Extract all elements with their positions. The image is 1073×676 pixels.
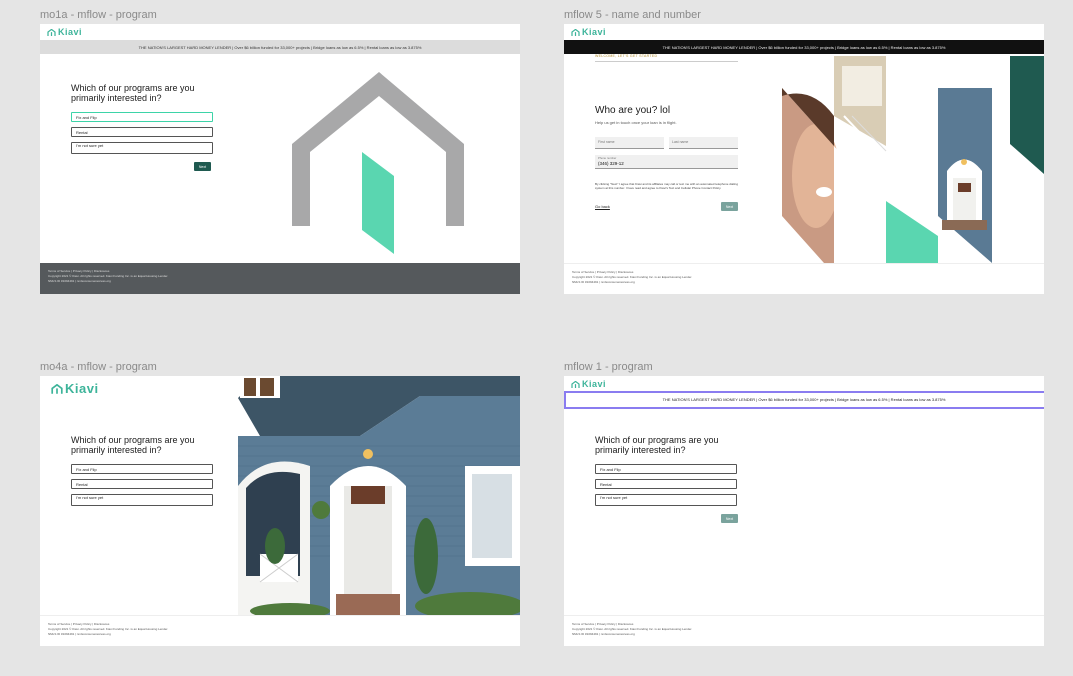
option-rental[interactable]: Rental <box>71 479 213 489</box>
promo-banner: THE NATION'S LARGEST HARD MONEY LENDER |… <box>40 40 520 54</box>
divider <box>595 61 738 62</box>
promo-banner: THE NATION'S LARGEST HARD MONEY LENDER |… <box>564 40 1044 54</box>
kiavi-house-logo-icon <box>51 383 63 394</box>
help-text: Help us get in touch once your loan is i… <box>595 120 677 125</box>
consent-text: By clicking "Next" I agree that Kiavi an… <box>595 182 738 190</box>
footer: Terms of Service | Privacy Policy | Disc… <box>564 615 1044 646</box>
frame-title-mflow1[interactable]: mflow 1 - program <box>564 361 653 373</box>
page-heading: Who are you? lol <box>595 105 671 116</box>
kiavi-house-logo-icon <box>571 28 580 36</box>
next-button[interactable]: Next <box>194 162 211 171</box>
logo-text: Kiavi <box>582 27 607 37</box>
frame-mflow5-name-number[interactable]: Kiavi THE NATION'S LARGEST HARD MONEY LE… <box>564 24 1044 294</box>
program-question: Which of our programs are you primarily … <box>71 435 195 455</box>
logo-text: Kiavi <box>58 27 83 37</box>
next-button[interactable]: Next <box>721 514 738 523</box>
phone-field[interactable]: Phone number (346) 329-12 <box>595 155 738 169</box>
footer: Terms of Service | Privacy Policy | Disc… <box>40 263 520 294</box>
option-not-sure[interactable]: I'm not sure yet <box>595 494 737 506</box>
frame-mo4a-program[interactable]: Kiavi Which of our programs are you prim… <box>40 376 520 646</box>
footer-nmls: NMLS ID #1094491 | nmlsconsumeraccess.or… <box>572 280 635 284</box>
logo-text: Kiavi <box>65 381 99 396</box>
footer-nmls: NMLS ID #1094491 | nmlsconsumeraccess.or… <box>48 279 111 283</box>
footer: Terms of Service | Privacy Policy | Disc… <box>40 615 520 646</box>
option-fix-and-flip[interactable]: Fix and Flip <box>71 464 213 474</box>
frame-mflow1-program[interactable]: Kiavi THE NATION'S LARGEST HARD MONEY LE… <box>564 376 1044 646</box>
program-question: Which of our programs are you primarily … <box>595 435 719 455</box>
program-question: Which of our programs are you primarily … <box>71 83 195 103</box>
kiavi-house-logo-icon <box>47 28 56 36</box>
last-name-field[interactable]: Last name <box>669 137 738 149</box>
house-illustration <box>292 72 464 254</box>
frame-title-mo1a[interactable]: mo1a - mflow - program <box>40 9 157 21</box>
option-fix-and-flip[interactable]: Fix and Flip <box>71 112 213 122</box>
option-rental[interactable]: Rental <box>71 127 213 137</box>
kiavi-house-logo-icon <box>571 380 580 388</box>
last-name-placeholder: Last name <box>672 140 689 144</box>
welcome-eyebrow: WELCOME, LET'S GET STARTED <box>595 54 658 58</box>
first-name-field[interactable]: First name <box>595 137 664 149</box>
go-back-link[interactable]: Go back <box>595 204 610 209</box>
selection-outline <box>564 391 1044 409</box>
frame-title-mo4a[interactable]: mo4a - mflow - program <box>40 361 157 373</box>
option-fix-and-flip[interactable]: Fix and Flip <box>595 464 737 474</box>
logo[interactable]: Kiavi <box>571 379 606 389</box>
logo[interactable]: Kiavi <box>47 27 82 37</box>
logo[interactable]: Kiavi <box>51 381 99 396</box>
first-name-placeholder: First name <box>598 140 615 144</box>
option-not-sure[interactable]: I'm not sure yet <box>71 142 213 154</box>
option-rental[interactable]: Rental <box>595 479 737 489</box>
next-button[interactable]: Next <box>721 202 738 211</box>
logo[interactable]: Kiavi <box>571 27 606 37</box>
footer-nmls: NMLS ID #1094491 | nmlsconsumeraccess.or… <box>48 632 111 636</box>
logo-text: Kiavi <box>582 379 607 389</box>
footer-nmls: NMLS ID #1094491 | nmlsconsumeraccess.or… <box>572 632 635 636</box>
phone-value: (346) 329-12 <box>598 161 624 166</box>
footer: Terms of Service | Privacy Policy | Disc… <box>564 263 1044 294</box>
hero-collage-image <box>782 56 1044 263</box>
frame-mo1a-program[interactable]: Kiavi THE NATION'S LARGEST HARD MONEY LE… <box>40 24 520 294</box>
house-photo <box>238 376 520 616</box>
frame-title-mflow5[interactable]: mflow 5 - name and number <box>564 9 701 21</box>
option-not-sure[interactable]: I'm not sure yet <box>71 494 213 506</box>
